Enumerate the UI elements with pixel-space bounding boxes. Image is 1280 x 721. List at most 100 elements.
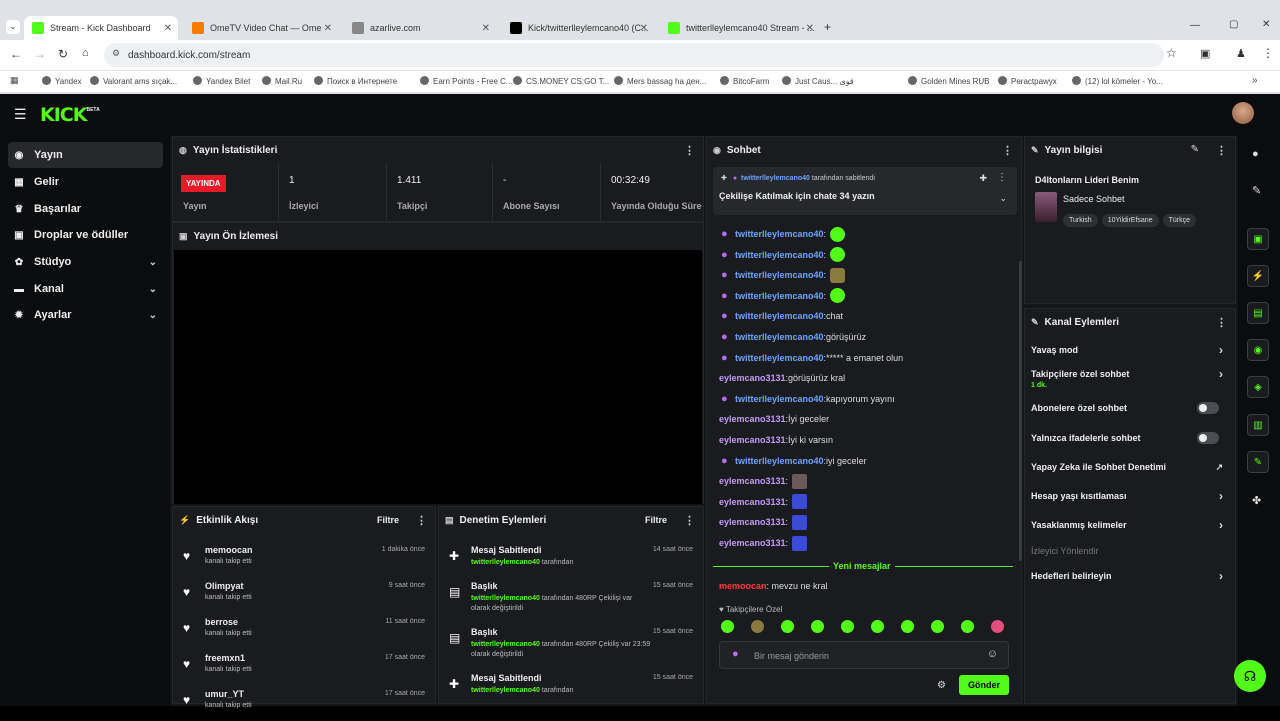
chat-message[interactable]: ● twitterlleylemcano40: xyxy=(721,266,846,284)
toggle-switch[interactable] xyxy=(1197,402,1219,414)
chat-message[interactable]: eylemcano3131: xyxy=(719,472,808,490)
channel-action-row[interactable]: İzleyici Yönlendir xyxy=(1031,546,1227,556)
bookmark-item[interactable]: Yandex Bilet xyxy=(193,76,250,86)
chat-message[interactable]: eylemcano3131:İyi geceler xyxy=(719,410,829,428)
new-tab-icon[interactable]: + xyxy=(824,20,831,34)
home-icon[interactable]: ⌂ xyxy=(82,47,89,59)
bookmark-item[interactable]: Golden Mines RUB xyxy=(908,76,989,86)
bolt-icon[interactable]: ⚡ xyxy=(1247,265,1269,287)
channel-actions-menu-icon[interactable]: ⋮ xyxy=(1216,316,1227,329)
sidebar-item-6[interactable]: ✹ Ayarlar ⌄ xyxy=(8,302,163,328)
profile-icon[interactable]: ♟ xyxy=(1236,47,1246,60)
emote-icon[interactable] xyxy=(871,620,884,633)
chat-bubble-icon[interactable]: ◉ xyxy=(1247,339,1269,361)
browser-tab[interactable]: twitterlleylemcano40 Stream - ... ✕ xyxy=(660,16,820,40)
chat-message[interactable]: ● twitterlleylemcano40: xyxy=(721,225,846,243)
chat-message[interactable]: eylemcano3131: xyxy=(719,513,808,531)
tag-chip[interactable]: Türkçe xyxy=(1162,214,1196,227)
bookmark-item[interactable]: Mail.Ru xyxy=(262,76,302,86)
activity-row[interactable]: ♥ berrose kanalı takip etti 11 saat önce xyxy=(173,615,435,649)
send-button[interactable]: Gönder xyxy=(959,675,1009,695)
browser-tab[interactable]: Stream - Kick Dashboard ✕ xyxy=(24,16,178,40)
chat-username[interactable]: twitterlleylemcano40 xyxy=(735,311,824,321)
tag-chip[interactable]: Turkish xyxy=(1063,214,1098,227)
pinned-message[interactable]: ✚ ● twitterlleylemcano40 tarafından sabi… xyxy=(713,167,1017,215)
chat-username[interactable]: twitterlleylemcano40 xyxy=(735,291,824,301)
tab-close-icon[interactable]: ✕ xyxy=(324,23,332,34)
sidebar-item-1[interactable]: ▦ Gelir xyxy=(8,169,163,195)
chat-username[interactable]: eylemcano3131 xyxy=(719,497,786,507)
reload-icon[interactable]: ↻ xyxy=(58,47,68,61)
channel-action-row[interactable]: Yalnızca ifadelerle sohbet xyxy=(1031,432,1227,444)
capture-icon[interactable]: ▣ xyxy=(1247,228,1269,250)
apps-grid-icon[interactable]: ✤ xyxy=(1252,494,1261,507)
bookmark-item[interactable]: Peractpawyx xyxy=(998,76,1057,86)
pin-toggle-icon[interactable]: ✚ xyxy=(979,173,987,184)
minimize-icon[interactable]: — xyxy=(1190,20,1200,31)
chat-message[interactable]: eylemcano3131:görüşürüz kral xyxy=(719,369,845,387)
chat-message[interactable]: eylemcano3131: xyxy=(719,493,808,511)
chat-username[interactable]: eylemcano3131 xyxy=(719,414,786,424)
chat-message[interactable]: ● twitterlleylemcano40:iyi geceler xyxy=(721,452,867,470)
more-bookmarks-icon[interactable]: » xyxy=(1252,75,1258,86)
bookmark-item[interactable]: Mers bassag ha ден... xyxy=(614,76,706,86)
clipboard-icon[interactable]: ▤ xyxy=(1247,302,1269,324)
chat-username[interactable]: twitterlleylemcano40 xyxy=(735,394,824,404)
support-icon[interactable]: ☊ xyxy=(1234,660,1266,692)
tag-chip[interactable]: 10YildirEfsane xyxy=(1101,214,1159,227)
hamburger-icon[interactable]: ☰ xyxy=(14,106,27,123)
chat-username[interactable]: eylemcano3131 xyxy=(719,517,786,527)
activity-row[interactable]: ♥ Olimpyat kanalı takip etti 9 saat önce xyxy=(173,579,435,613)
tab-close-icon[interactable]: ✕ xyxy=(640,23,648,34)
bookmark-item[interactable]: Yandex xyxy=(42,76,82,86)
avatar[interactable] xyxy=(1232,102,1254,124)
chat-message[interactable]: ● twitterlleylemcano40: xyxy=(721,246,846,264)
moderation-menu-icon[interactable]: ⋮ xyxy=(684,514,695,527)
tab-close-icon[interactable]: ✕ xyxy=(806,23,814,34)
browser-tab[interactable]: OmeTV Video Chat — Ome ✕ xyxy=(184,16,338,40)
emote-icon[interactable] xyxy=(721,620,734,633)
moderation-row[interactable]: ✚ Mesaj Sabitlendi twitterlleylemcano40 ta… xyxy=(439,671,703,715)
stream-info-menu-icon[interactable]: ⋮ xyxy=(1216,144,1227,157)
emote-icon[interactable] xyxy=(931,620,944,633)
maximize-icon[interactable]: ▢ xyxy=(1229,19,1238,30)
activity-row[interactable]: ♥ umur_YT kanalı takip etti 17 saat önce xyxy=(173,687,435,721)
address-bar[interactable]: ⚙ dashboard.kick.com/stream xyxy=(104,43,1164,67)
bookmark-item[interactable]: Valorant ams sıçak... xyxy=(90,76,177,86)
chat-username[interactable]: twitterlleylemcano40 xyxy=(735,270,824,280)
chat-settings-icon[interactable]: ⚙ xyxy=(937,680,946,691)
bookmark-item[interactable]: Just Caus... قوی xyxy=(782,76,854,86)
stream-preview-video[interactable] xyxy=(174,250,702,504)
emote-icon[interactable] xyxy=(841,620,854,633)
chat-username[interactable]: twitterlleylemcano40 xyxy=(735,353,824,363)
chat-username[interactable]: twitterlleylemcano40 xyxy=(735,250,824,260)
channel-action-row[interactable]: Yapay Zeka ile Sohbet Denetimi ↗ xyxy=(1031,462,1227,472)
browser-tab[interactable]: Kick/twitterlleylemcano40 (C... ✕ xyxy=(502,16,654,40)
bookmark-item[interactable]: BitcoFarm xyxy=(720,76,769,86)
chat-username[interactable]: eylemcano3131 xyxy=(719,373,786,383)
emoji-icon[interactable]: ☺ xyxy=(987,648,998,660)
kick-logo[interactable]: KICKBETA xyxy=(40,104,100,126)
tab-close-icon[interactable]: ✕ xyxy=(164,23,172,34)
emote-icon[interactable] xyxy=(751,620,764,633)
emote-icon[interactable] xyxy=(811,620,824,633)
tab-list-button[interactable]: ⌄ xyxy=(6,20,20,34)
chat-menu-icon[interactable]: ⋮ xyxy=(1002,144,1013,157)
back-icon[interactable]: ← xyxy=(10,47,22,61)
extensions-icon[interactable]: ▣ xyxy=(1200,47,1210,60)
chat-message[interactable]: ● twitterlleylemcano40:chat xyxy=(721,307,843,325)
pinned-expand-icon[interactable]: ⌄ xyxy=(999,193,1007,204)
channel-action-row[interactable]: Hesap yaşı kısıtlaması › xyxy=(1031,489,1227,503)
pinned-menu-icon[interactable]: ⋮ xyxy=(997,172,1007,183)
chat-username[interactable]: twitterlleylemcano40 xyxy=(735,456,824,466)
bookmark-star-icon[interactable]: ☆ xyxy=(1166,46,1177,60)
edit-icon[interactable]: ✎ xyxy=(1191,144,1199,155)
chat-message[interactable]: ● twitterlleylemcano40:***** a emanet olu… xyxy=(721,349,903,367)
activity-menu-icon[interactable]: ⋮ xyxy=(416,514,427,527)
chat-scrollbar[interactable] xyxy=(1019,261,1022,561)
activity-filter-button[interactable]: Filtre xyxy=(377,515,399,525)
pencil-icon[interactable]: ✎ xyxy=(1252,184,1261,197)
chat-message[interactable]: eylemcano3131: xyxy=(719,534,808,552)
bookmark-item[interactable]: Поиск в Интернете xyxy=(314,76,397,86)
storage-icon[interactable]: ▥ xyxy=(1247,414,1269,436)
